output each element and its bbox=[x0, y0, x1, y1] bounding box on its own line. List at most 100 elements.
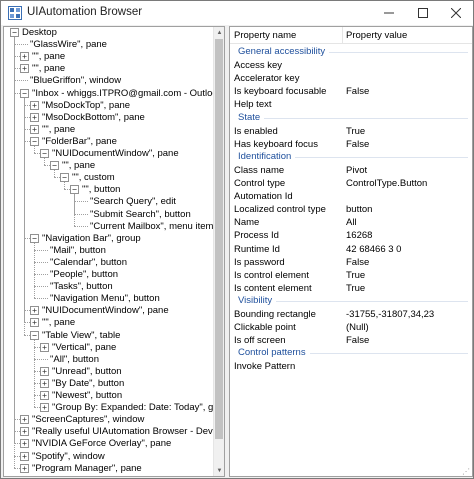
property-row[interactable]: Has keyboard focus False bbox=[230, 138, 472, 151]
expand-plus-icon[interactable]: + bbox=[20, 463, 29, 473]
tree-node[interactable]: "", pane bbox=[32, 51, 65, 62]
collapse-minus-icon[interactable]: − bbox=[30, 233, 39, 243]
collapse-minus-icon[interactable]: − bbox=[40, 149, 49, 158]
tree-node[interactable]: "People", button bbox=[50, 269, 118, 280]
tree-node[interactable]: Desktop bbox=[22, 27, 57, 38]
tree-connector-line bbox=[34, 339, 35, 408]
property-row[interactable]: Is password False bbox=[230, 256, 472, 269]
property-row[interactable]: Class name Pivot bbox=[230, 164, 472, 177]
tree-node[interactable]: "NVIDIA GeForce Overlay", pane bbox=[32, 438, 171, 449]
expand-plus-icon[interactable]: + bbox=[20, 415, 29, 425]
collapse-minus-icon[interactable]: − bbox=[30, 330, 39, 340]
tree-vertical-scrollbar[interactable]: ▲ ▼ bbox=[213, 27, 224, 476]
tree-node[interactable]: "Submit Search", button bbox=[90, 209, 191, 220]
property-row[interactable]: Is off screen False bbox=[230, 334, 472, 347]
property-row[interactable]: Invoke Pattern bbox=[230, 360, 472, 373]
expand-plus-icon[interactable]: + bbox=[20, 64, 29, 74]
collapse-minus-icon[interactable]: − bbox=[70, 185, 79, 195]
property-value: 42 68466 3 0 bbox=[346, 243, 402, 255]
property-row[interactable]: Bounding rectangle -31755,-31807,34,23 bbox=[230, 308, 472, 321]
tree-node[interactable]: "", pane bbox=[62, 160, 95, 171]
property-row[interactable]: Localized control type button bbox=[230, 203, 472, 216]
tree-node[interactable]: "FolderBar", pane bbox=[42, 136, 117, 147]
tree-node[interactable]: "Navigation Menu", button bbox=[50, 293, 160, 304]
maximize-button[interactable] bbox=[406, 1, 440, 25]
expand-plus-icon[interactable]: + bbox=[40, 342, 49, 352]
tree-node[interactable]: "Unread", button bbox=[52, 366, 122, 377]
expand-plus-icon[interactable]: + bbox=[30, 318, 39, 328]
property-row[interactable]: Runtime Id 42 68466 3 0 bbox=[230, 243, 472, 256]
column-divider[interactable] bbox=[342, 27, 343, 44]
tree-node[interactable]: "Mail", button bbox=[50, 245, 106, 256]
tree-node[interactable]: "MsoDockBottom", pane bbox=[42, 112, 145, 123]
tree-node[interactable]: "Calendar", button bbox=[50, 257, 127, 268]
property-row[interactable]: Control type ControlType.Button bbox=[230, 177, 472, 190]
property-row[interactable]: Is content element True bbox=[230, 282, 472, 295]
expand-plus-icon[interactable]: + bbox=[20, 52, 29, 62]
tree-node[interactable]: "Spotify", window bbox=[32, 451, 105, 462]
tree-node[interactable]: "By Date", button bbox=[52, 378, 124, 389]
expand-plus-icon[interactable]: + bbox=[30, 112, 39, 122]
tree-node[interactable]: "Tasks", button bbox=[50, 281, 113, 292]
collapse-minus-icon[interactable]: − bbox=[20, 88, 29, 98]
resize-grip-icon[interactable]: ⋰ bbox=[462, 467, 472, 477]
tree-node[interactable]: "Really useful UIAutomation Browser - De… bbox=[32, 426, 213, 437]
property-row[interactable]: Is control element True bbox=[230, 269, 472, 282]
collapse-minus-icon[interactable]: − bbox=[60, 173, 69, 183]
property-row[interactable]: Process Id 16268 bbox=[230, 229, 472, 242]
property-row[interactable]: Clickable point (Null) bbox=[230, 321, 472, 334]
expand-plus-icon[interactable]: + bbox=[20, 451, 29, 461]
scroll-up-arrow-icon[interactable]: ▲ bbox=[214, 27, 224, 38]
property-row[interactable]: Automation Id bbox=[230, 190, 472, 203]
expand-plus-icon[interactable]: + bbox=[20, 427, 29, 437]
tree-node[interactable]: "Table View", table bbox=[42, 330, 120, 341]
tree-node[interactable]: "", custom bbox=[72, 172, 115, 183]
tree-node[interactable]: "MsoDockTop", pane bbox=[42, 100, 130, 111]
tree-node[interactable]: "Newest", button bbox=[52, 390, 122, 401]
property-row[interactable]: Is enabled True bbox=[230, 125, 472, 138]
expand-plus-icon[interactable]: + bbox=[30, 100, 39, 110]
tree-node[interactable]: "", pane bbox=[32, 63, 65, 74]
tree-node[interactable]: "NUIDocumentWindow", pane bbox=[42, 305, 169, 316]
tree-node[interactable]: "Navigation Bar", group bbox=[42, 233, 141, 244]
element-tree[interactable]: − Desktop "GlassWire", pane + "", pane + "", p… bbox=[3, 26, 225, 477]
property-row[interactable]: Access key bbox=[230, 59, 472, 72]
property-name-column-header[interactable]: Property name bbox=[234, 30, 296, 41]
tree-node[interactable]: "Vertical", pane bbox=[52, 342, 116, 353]
tree-node[interactable]: "Program Manager", pane bbox=[32, 463, 142, 474]
expand-plus-icon[interactable]: + bbox=[40, 391, 49, 400]
close-button[interactable] bbox=[439, 1, 473, 25]
expand-plus-icon[interactable]: + bbox=[20, 439, 29, 449]
property-name: Localized control type bbox=[234, 204, 326, 216]
title-bar[interactable]: UIAutomation Browser bbox=[1, 1, 473, 25]
property-row[interactable]: Name All bbox=[230, 216, 472, 229]
expand-plus-icon[interactable]: + bbox=[30, 124, 39, 134]
tree-node[interactable]: "", pane bbox=[42, 124, 75, 135]
tree-node[interactable]: "Group By: Expanded: Date: Today", group bbox=[52, 402, 213, 413]
minimize-button[interactable] bbox=[372, 1, 406, 25]
property-row[interactable]: Accelerator key bbox=[230, 72, 472, 85]
property-value-column-header[interactable]: Property value bbox=[346, 30, 407, 41]
expand-plus-icon[interactable]: + bbox=[40, 403, 49, 413]
tree-node[interactable]: "", pane bbox=[42, 317, 75, 328]
collapse-minus-icon[interactable]: − bbox=[50, 161, 59, 171]
tree-node[interactable]: "NUIDocumentWindow", pane bbox=[52, 148, 179, 159]
tree-node[interactable]: "", button bbox=[82, 184, 120, 195]
tree-node[interactable]: "Inbox - whiggs.ITPRO@gmail.com - Outloo… bbox=[32, 88, 213, 99]
expand-plus-icon[interactable]: + bbox=[40, 378, 49, 388]
collapse-minus-icon[interactable]: − bbox=[10, 28, 19, 37]
collapse-minus-icon[interactable]: − bbox=[30, 136, 39, 146]
property-row[interactable]: Is keyboard focusable False bbox=[230, 85, 472, 98]
scrollbar-thumb[interactable] bbox=[215, 39, 223, 439]
tree-node[interactable]: "ScreenCaptures", window bbox=[32, 414, 144, 425]
tree-node[interactable]: "GlassWire", pane bbox=[30, 39, 107, 50]
tree-node[interactable]: "BlueGriffon", window bbox=[30, 75, 121, 86]
tree-node[interactable]: "All", button bbox=[50, 354, 99, 365]
expand-plus-icon[interactable]: + bbox=[40, 366, 49, 376]
scroll-down-arrow-icon[interactable]: ▼ bbox=[214, 465, 224, 476]
tree-node[interactable]: "Search Query", edit bbox=[90, 196, 176, 207]
expand-plus-icon[interactable]: + bbox=[30, 306, 39, 316]
tree-node[interactable]: "Current Mailbox", menu item bbox=[90, 221, 213, 232]
properties-grid[interactable]: Property name Property value General acc… bbox=[229, 26, 473, 477]
property-row[interactable]: Help text bbox=[230, 98, 472, 111]
